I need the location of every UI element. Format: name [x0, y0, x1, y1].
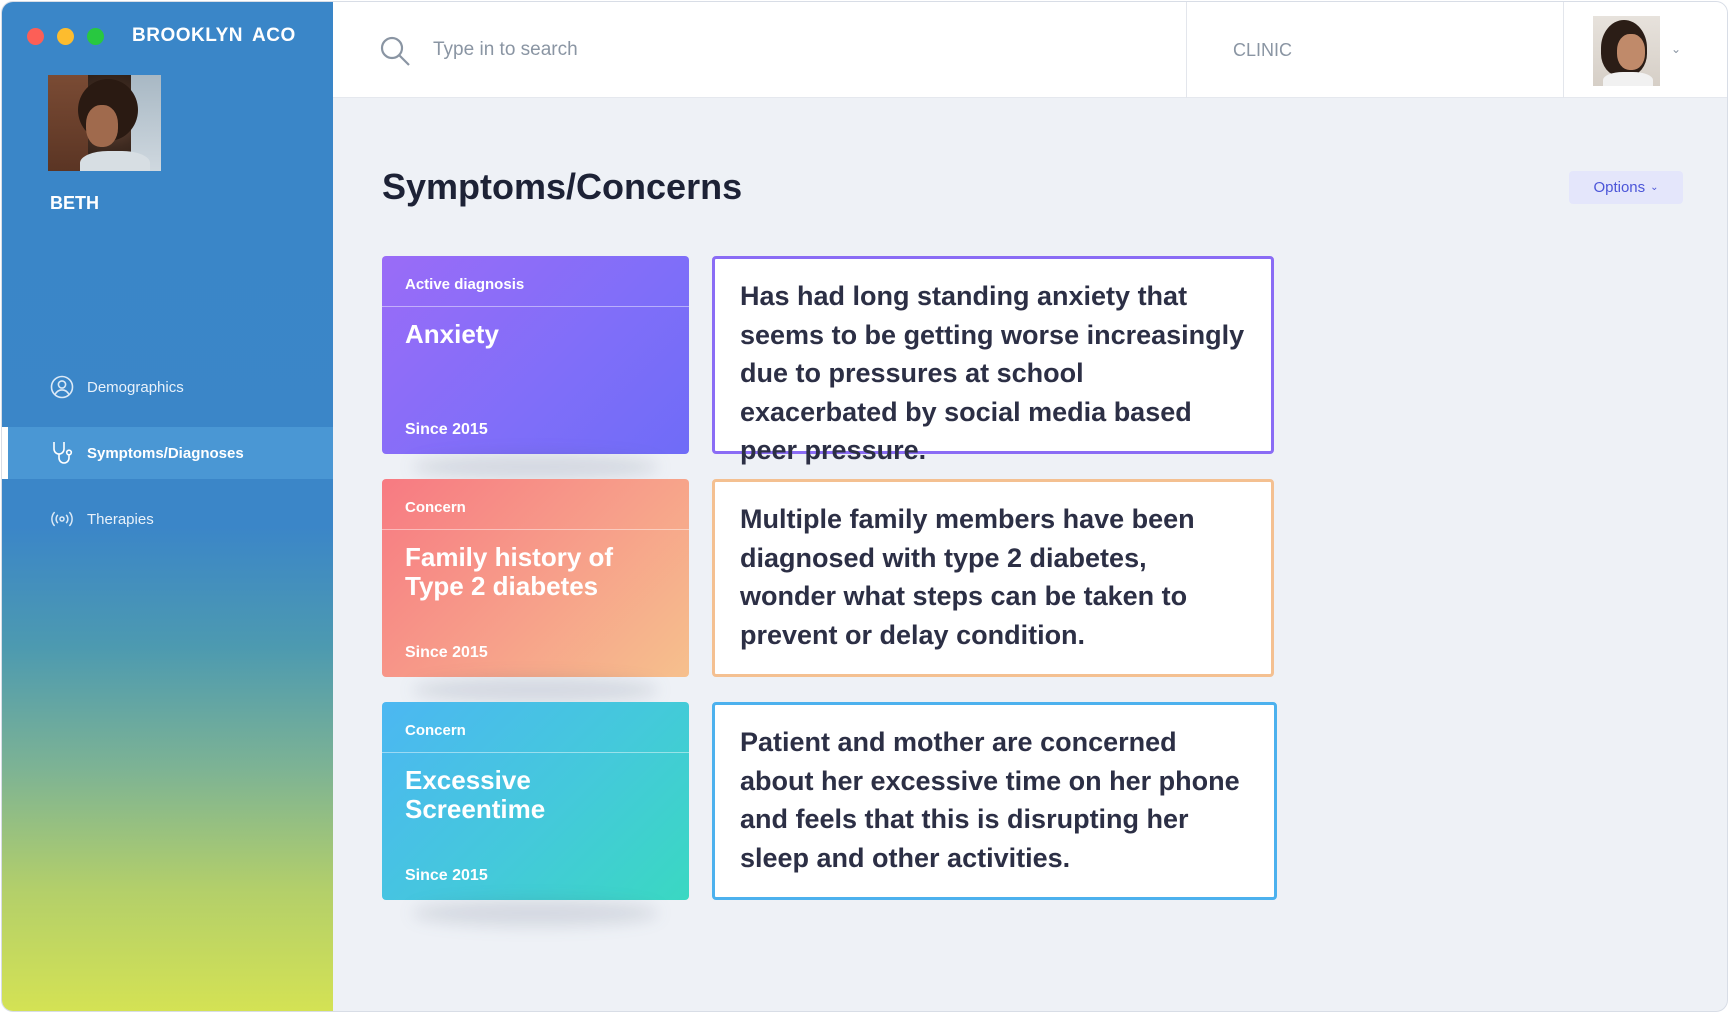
page-title: Symptoms/Concerns	[382, 166, 743, 207]
diagnosis-card[interactable]: Active diagnosis Anxiety Since 2015	[382, 256, 689, 480]
options-button[interactable]: Options ⌄	[1569, 171, 1683, 204]
broadcast-icon	[50, 507, 74, 531]
sidebar-item-label: Demographics	[87, 378, 184, 396]
chevron-down-icon: ⌄	[1650, 182, 1659, 193]
card-tag: Active diagnosis	[405, 276, 525, 293]
sidebar-item-label: Therapies	[87, 510, 154, 528]
topbar-divider	[1563, 2, 1564, 98]
concern-card[interactable]: Concern Excessive Screentime Since 2015	[382, 702, 689, 926]
brand-title: BROOKLYN ACO	[132, 25, 296, 46]
window-close-button[interactable]	[27, 28, 44, 45]
window-minimize-button[interactable]	[57, 28, 74, 45]
app-window: BROOKLYN ACO BETH Demographics Symptoms/…	[1, 1, 1728, 1012]
concern-card[interactable]: Concern Family history of Type 2 diabete…	[382, 479, 689, 703]
card-divider	[382, 529, 689, 530]
user-avatar[interactable]	[1593, 16, 1660, 86]
sidebar-item-symptoms-diagnoses[interactable]: Symptoms/Diagnoses	[2, 427, 333, 479]
window-maximize-button[interactable]	[87, 28, 104, 45]
topbar-divider	[1186, 2, 1187, 98]
chevron-down-icon[interactable]: ⌄	[1671, 42, 1681, 56]
search-input[interactable]	[433, 32, 1033, 68]
card-since: Since 2015	[405, 867, 488, 884]
sidebar: BROOKLYN ACO BETH Demographics Symptoms/…	[2, 2, 333, 1011]
card-title: Excessive Screentime	[405, 765, 546, 824]
card-title: Family history of Type 2 diabetes	[405, 542, 614, 601]
card-tag: Concern	[405, 722, 466, 739]
card-tag: Concern	[405, 499, 466, 516]
sidebar-item-demographics[interactable]: Demographics	[2, 361, 333, 413]
topbar: CLINIC ⌄	[333, 2, 1727, 98]
card-note: Patient and mother are concerned about h…	[712, 702, 1277, 900]
clinic-label[interactable]: CLINIC	[1233, 40, 1292, 61]
card-note: Multiple family members have been diagno…	[712, 479, 1274, 677]
patient-photo	[48, 75, 161, 171]
sidebar-item-label: Symptoms/Diagnoses	[87, 444, 244, 462]
options-label: Options	[1593, 179, 1646, 196]
card-title: Anxiety	[405, 319, 499, 349]
search-icon	[379, 35, 411, 67]
card-since: Since 2015	[405, 421, 488, 438]
patient-name: BETH	[50, 193, 99, 213]
card-note: Has had long standing anxiety that seems…	[712, 256, 1274, 465]
sidebar-item-therapies[interactable]: Therapies	[2, 493, 333, 545]
card-since: Since 2015	[405, 644, 488, 661]
stethoscope-icon	[50, 441, 74, 465]
card-divider	[382, 752, 689, 753]
card-divider	[382, 306, 689, 307]
user-circle-icon	[50, 375, 74, 399]
